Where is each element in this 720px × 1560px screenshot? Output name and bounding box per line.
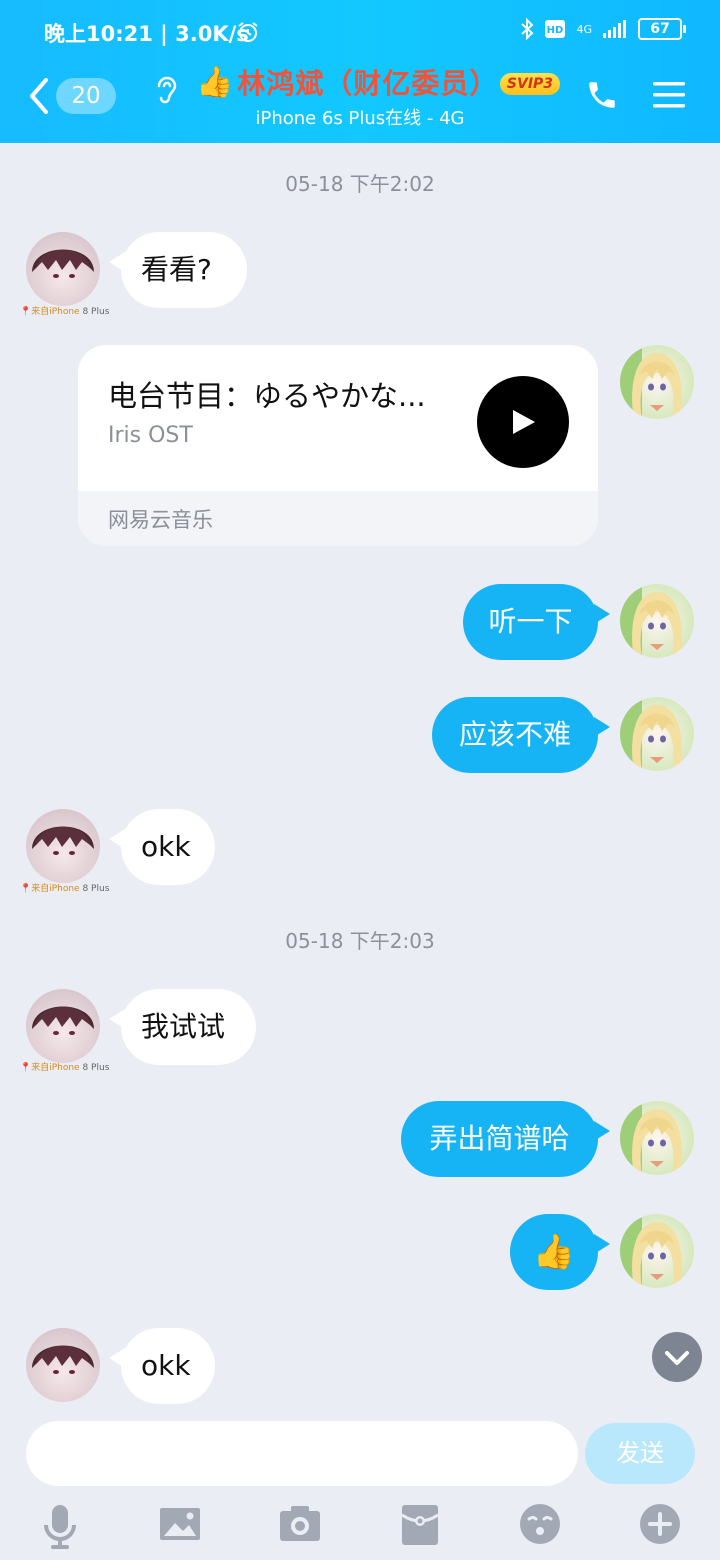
menu-icon[interactable] bbox=[652, 78, 686, 112]
camera-icon[interactable] bbox=[279, 1503, 321, 1545]
my-avatar[interactable] bbox=[620, 1214, 694, 1288]
plus-icon[interactable] bbox=[639, 1503, 681, 1545]
battery-indicator: 67 bbox=[638, 18, 686, 40]
play-button[interactable] bbox=[477, 376, 569, 468]
bluetooth-icon bbox=[521, 18, 534, 40]
device-tag: 📍来自iPhone 8 Plus bbox=[20, 1063, 110, 1073]
my-avatar[interactable] bbox=[620, 697, 694, 771]
music-source: 网易云音乐 bbox=[108, 508, 213, 532]
svg-text:HD: HD bbox=[547, 25, 564, 36]
signal-icon bbox=[603, 20, 626, 38]
chat-header: 晚上10:21 | 3.0K/s HD 4G 67 20 👍 林鸿斌（财亿委员）… bbox=[0, 0, 720, 143]
contact-avatar[interactable] bbox=[26, 232, 100, 306]
music-footer: 网易云音乐 bbox=[78, 491, 598, 546]
input-toolbar bbox=[0, 1493, 720, 1560]
message-bubble-incoming[interactable]: okk bbox=[109, 809, 215, 885]
hd-icon: HD bbox=[545, 20, 566, 38]
message-bubble-incoming[interactable]: 我试试 bbox=[109, 989, 256, 1065]
device-tag: 📍来自iPhone 8 Plus bbox=[20, 307, 110, 317]
message-bubble-incoming[interactable]: okk bbox=[109, 1328, 215, 1404]
emoji-icon[interactable] bbox=[519, 1503, 561, 1545]
my-avatar[interactable] bbox=[620, 345, 694, 419]
status-indicators: HD 4G 67 bbox=[520, 18, 686, 40]
music-share-card[interactable]: 电台节目：ゆるやかな... Iris OST 网易云音乐 bbox=[78, 345, 598, 546]
play-icon bbox=[513, 410, 535, 434]
ear-icon[interactable] bbox=[154, 74, 180, 108]
my-avatar[interactable] bbox=[620, 584, 694, 658]
contact-avatar[interactable] bbox=[26, 1328, 100, 1402]
message-bubble-outgoing[interactable]: 弄出简谱哈 bbox=[401, 1101, 610, 1177]
message-bubble-incoming[interactable]: 看看? bbox=[109, 232, 247, 308]
red-packet-icon[interactable] bbox=[401, 1503, 439, 1547]
message-bubble-outgoing[interactable]: 听一下 bbox=[463, 584, 610, 660]
music-artist: Iris OST bbox=[108, 423, 193, 448]
contact-avatar[interactable] bbox=[26, 989, 100, 1063]
scroll-to-bottom-button[interactable] bbox=[652, 1332, 702, 1382]
chevron-down-icon bbox=[665, 1351, 689, 1365]
phone-call-icon[interactable] bbox=[585, 78, 619, 112]
my-avatar[interactable] bbox=[620, 1101, 694, 1175]
status-time: 晚上10:21 | 3.0K/s bbox=[44, 22, 249, 46]
contact-title[interactable]: 👍 林鸿斌（财亿委员） bbox=[196, 62, 498, 102]
alarm-icon bbox=[238, 22, 258, 42]
vip-badge: SVIP3 bbox=[500, 73, 560, 95]
thumbs-up-icon: 👍 bbox=[196, 64, 234, 100]
music-title: 电台节目：ゆるやかな... bbox=[108, 379, 426, 413]
contact-name: 林鸿斌（财亿委员） bbox=[237, 67, 499, 100]
network-type: 4G bbox=[576, 22, 592, 36]
message-input[interactable] bbox=[26, 1421, 578, 1486]
contact-avatar[interactable] bbox=[26, 809, 100, 883]
message-bubble-outgoing[interactable]: 👍 bbox=[510, 1214, 610, 1290]
microphone-icon[interactable] bbox=[42, 1503, 78, 1551]
timestamp: 05-18 下午2:03 bbox=[285, 929, 435, 953]
image-icon[interactable] bbox=[159, 1503, 201, 1545]
message-bubble-outgoing[interactable]: 应该不难 bbox=[432, 697, 610, 773]
device-tag: 📍来自iPhone 8 Plus bbox=[20, 884, 110, 894]
send-button[interactable]: 发送 bbox=[585, 1423, 695, 1484]
timestamp: 05-18 下午2:02 bbox=[285, 172, 435, 196]
